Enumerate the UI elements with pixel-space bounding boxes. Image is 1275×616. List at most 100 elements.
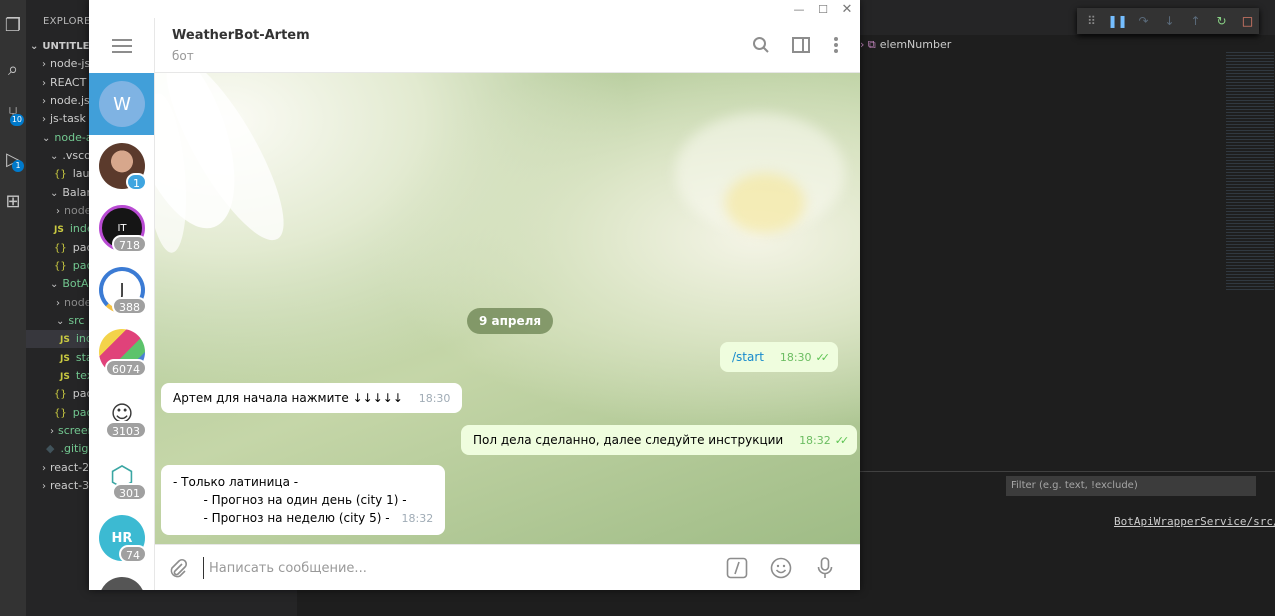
source-control-icon[interactable]: ⑂ 10: [0, 100, 26, 126]
chat-item[interactable]: 1: [89, 135, 154, 197]
chat-item-weatherbot[interactable]: W: [89, 73, 154, 135]
tree-item[interactable]: ◆ .gitign: [46, 440, 95, 458]
sidebar-toggle-icon[interactable]: [790, 34, 812, 56]
tree-item[interactable]: ⌄ node-a: [42, 129, 93, 147]
js-icon: JS: [54, 225, 64, 235]
minimap[interactable]: [1226, 52, 1274, 292]
unread-count: 3103: [105, 421, 147, 439]
drag-handle-icon[interactable]: ⠿: [1083, 13, 1100, 30]
message-line: - Только латиница -: [173, 475, 299, 489]
tree-root[interactable]: ⌄ UNTITLED: [30, 38, 98, 56]
tree-item[interactable]: › screen: [50, 422, 95, 440]
tree-item[interactable]: › REACT: [42, 74, 86, 92]
unread-count: 6074: [105, 359, 147, 377]
tree-label: src: [68, 314, 85, 327]
json-icon: {}: [54, 243, 67, 254]
console-filter-input[interactable]: Filter (e.g. text, !exclude): [1006, 476, 1256, 496]
chat-item[interactable]: ☺ 3103: [89, 383, 154, 445]
pause-icon[interactable]: ❚❚: [1107, 13, 1127, 30]
message-composer: [155, 544, 860, 590]
microphone-icon[interactable]: [813, 556, 837, 580]
message-outgoing[interactable]: /start 18:30 ✓✓: [720, 342, 838, 372]
search-icon[interactable]: ⌕: [0, 56, 26, 82]
json-icon: {}: [54, 408, 67, 419]
tree-item[interactable]: ⌄ src: [56, 312, 84, 330]
maximize-icon[interactable]: ☐: [812, 0, 834, 18]
activity-bar: ❐ ⌕ ⑂ 10 ▷ 1 ⊞: [0, 0, 26, 616]
chat-item[interactable]: ⬡ 301: [89, 445, 154, 507]
tree-item[interactable]: › react-3: [42, 477, 89, 495]
bot-commands-icon[interactable]: [725, 556, 749, 580]
unread-count: 388: [112, 297, 147, 315]
message-time: 18:32: [799, 434, 831, 447]
attach-icon[interactable]: [167, 557, 189, 579]
stop-icon[interactable]: □: [1239, 13, 1256, 30]
chat-item[interactable]: IT 718: [89, 197, 154, 259]
js-icon: JS: [60, 335, 70, 345]
menu-icon[interactable]: [112, 39, 132, 53]
tree-label: REACT: [50, 76, 87, 89]
step-into-icon[interactable]: ↓: [1161, 13, 1178, 30]
step-over-icon[interactable]: ↷: [1135, 13, 1152, 30]
tree-label: node-a: [54, 131, 93, 144]
restart-icon[interactable]: ↻: [1213, 13, 1230, 30]
tree-item[interactable]: › node: [56, 202, 91, 220]
tree-item[interactable]: › node: [56, 294, 91, 312]
chat-item[interactable]: HR 74: [89, 507, 154, 569]
message-line: - Прогноз на неделю (city 5) -: [173, 511, 390, 525]
tree-item[interactable]: › node-js: [42, 55, 90, 73]
message-incoming[interactable]: Артем для начала нажмите ↓↓↓↓↓ 18:30: [161, 383, 463, 413]
message-time: 18:30: [779, 351, 812, 364]
tree-item[interactable]: JS sta: [60, 349, 93, 367]
tree-item[interactable]: › node.js: [42, 92, 90, 110]
breadcrumb-label: elemNumber: [879, 38, 952, 51]
symbol-icon: › ⧉: [860, 38, 876, 51]
chat-messages-area: 9 апреля /start 18:30 ✓✓ Артем для начала…: [155, 73, 860, 544]
json-icon: {}: [54, 261, 67, 272]
chat-item[interactable]: 6074: [89, 321, 154, 383]
tree-label: node.js: [50, 94, 90, 107]
chat-item[interactable]: J 388: [89, 259, 154, 321]
avatar: [99, 577, 145, 590]
double-check-icon: ✓✓: [834, 434, 850, 447]
chat-status: бот: [172, 49, 194, 63]
chat-list: W 1 IT 718 J 388 6074 ☺ 3103 ⬡ 301 HR 74: [89, 18, 155, 590]
extensions-icon[interactable]: ⊞: [0, 188, 26, 214]
breadcrumb[interactable]: › ⧉ elemNumber: [860, 38, 951, 52]
chat-title[interactable]: WeatherBot-Artem: [172, 28, 310, 43]
unread-count: 718: [112, 235, 147, 253]
tree-item[interactable]: › js-task: [42, 110, 86, 128]
search-icon[interactable]: [750, 34, 772, 56]
message-line: - Прогноз на один день (city 1) -: [173, 493, 407, 507]
step-out-icon[interactable]: ↑: [1187, 13, 1204, 30]
message-outgoing[interactable]: Пол дела сделанно, далее следуйте инстру…: [461, 425, 858, 455]
chat-item[interactable]: [89, 569, 154, 590]
more-options-icon[interactable]: [825, 34, 847, 56]
git-icon: ◆: [46, 442, 55, 455]
debug-badge: 1: [12, 160, 24, 172]
tree-label: node: [64, 296, 92, 309]
tree-label: react-2: [50, 461, 90, 474]
emoji-icon[interactable]: [769, 556, 793, 580]
js-icon: JS: [60, 354, 70, 364]
chat-header: WeatherBot-Artem бот: [155, 18, 860, 73]
debug-icon[interactable]: ▷ 1: [0, 146, 26, 172]
message-time: 18:32: [401, 512, 434, 525]
close-icon[interactable]: ✕: [836, 0, 858, 18]
json-icon: {}: [54, 389, 67, 400]
message-text[interactable]: /start: [732, 350, 764, 364]
tree-item[interactable]: JS inde: [54, 220, 94, 238]
message-incoming[interactable]: - Только латиница - - Прогноз на один де…: [161, 465, 446, 535]
telegram-window: — ☐ ✕ W 1 IT 718 J 388 6074 ☺ 3103 ⬡ 301…: [89, 0, 860, 590]
console-file-link[interactable]: BotApiWrapperService/src/: [1114, 515, 1275, 528]
background-flower-center: [725, 173, 805, 233]
minimize-icon[interactable]: —: [788, 0, 810, 18]
tree-item[interactable]: › react-2: [42, 459, 89, 477]
date-separator: 9 апреля: [467, 308, 554, 334]
files-icon[interactable]: ❐: [0, 12, 26, 38]
tree-item-selected[interactable]: JS inde: [26, 330, 100, 348]
double-check-icon: ✓✓: [815, 351, 831, 364]
message-time: 18:30: [418, 392, 451, 405]
message-input[interactable]: [203, 557, 703, 579]
js-icon: JS: [60, 372, 70, 382]
